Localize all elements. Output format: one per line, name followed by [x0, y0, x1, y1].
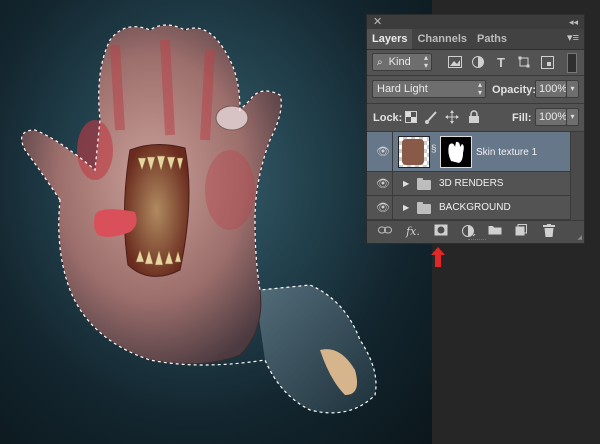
search-icon: ⌕	[377, 57, 383, 68]
fx-icon[interactable]: fx.	[405, 224, 421, 240]
new-layer-icon[interactable]	[513, 224, 529, 240]
fill-input[interactable]: 100%	[535, 108, 567, 126]
tab-paths[interactable]: Paths	[472, 29, 512, 49]
layer-name[interactable]: 3D RENDERS	[439, 178, 503, 189]
layer-row-skin-texture[interactable]: 👁︎ § Skin texture 1	[367, 132, 570, 172]
lock-all-icon[interactable]	[466, 109, 482, 125]
lock-transparent-pixels-icon[interactable]	[403, 109, 419, 125]
adjustment-filter-icon[interactable]	[470, 54, 486, 70]
highlight-arrow	[431, 247, 445, 267]
panel-bottom-bar: fx. ◢	[367, 220, 584, 243]
adjustment-icon[interactable]	[461, 224, 477, 240]
panel-resize-grip[interactable]	[468, 239, 486, 243]
smart-object-filter-icon[interactable]	[539, 54, 555, 70]
lock-label: Lock:	[373, 112, 403, 124]
filter-kind-select[interactable]: ⌕ Kind ▴ ▾	[372, 53, 432, 71]
new-group-icon[interactable]	[487, 224, 503, 240]
eye-icon[interactable]: 👁︎	[376, 145, 390, 158]
layer-thumbnail[interactable]	[398, 136, 430, 168]
resize-corner-icon[interactable]: ◢	[577, 234, 582, 241]
filter-kind-label: Kind	[388, 56, 411, 68]
opacity-value: 100%	[539, 83, 568, 95]
opacity-input[interactable]: 100%	[535, 80, 567, 98]
layer-row-3d-renders[interactable]: 👁︎ ▶ 3D RENDERS	[367, 172, 570, 196]
blend-row: Hard Light ▴ ▾ Opacity: 100% ▾	[367, 76, 584, 102]
layer-row-background[interactable]: 👁︎ ▶ BACKGROUND	[367, 196, 570, 220]
fill-label: Fill:	[512, 112, 532, 124]
tab-layers[interactable]: Layers	[367, 29, 413, 49]
layer-name[interactable]: BACKGROUND	[439, 202, 511, 213]
shape-filter-icon[interactable]	[516, 54, 532, 70]
panel-tabs: Layers Channels Paths ▾≡	[367, 29, 584, 50]
eye-icon[interactable]: 👁︎	[376, 177, 390, 190]
layers-panel[interactable]: ✕ ◂◂ Layers Channels Paths ▾≡ ⌕ Kind ▴ ▾ …	[366, 14, 585, 244]
panel-title-bar[interactable]: ✕ ◂◂	[367, 15, 584, 29]
folder-icon	[417, 178, 431, 190]
close-icon[interactable]: ✕	[373, 16, 382, 28]
tab-channels[interactable]: Channels	[412, 29, 472, 49]
filter-row: ⌕ Kind ▴ ▾ T	[367, 50, 584, 74]
expand-arrow-icon[interactable]: ▶	[403, 179, 409, 188]
layer-name[interactable]: Skin texture 1	[476, 147, 537, 158]
eye-icon[interactable]: 👁︎	[376, 201, 390, 214]
expand-arrow-icon[interactable]: ▶	[403, 203, 409, 212]
trash-icon[interactable]	[541, 224, 557, 240]
fill-value: 100%	[539, 111, 568, 123]
collapse-icon[interactable]: ◂◂	[569, 16, 578, 28]
blend-mode-select[interactable]: Hard Light ▴ ▾	[372, 80, 486, 98]
type-filter-icon[interactable]: T	[493, 54, 509, 70]
lock-image-pixels-icon[interactable]	[423, 109, 439, 125]
opacity-dropdown-button[interactable]: ▾	[566, 80, 579, 98]
folder-icon	[417, 202, 431, 214]
chevron-updown-icon: ▴ ▾	[423, 53, 428, 70]
layer-mask-thumbnail[interactable]	[440, 136, 472, 168]
layer-list: 👁︎ § Skin texture 1 👁︎ ▶ 3D RENDERS 👁︎ ▶…	[367, 132, 584, 222]
opacity-label: Opacity:	[492, 84, 537, 96]
add-mask-icon[interactable]	[433, 224, 449, 240]
lock-row: Lock: Fill: 100% ▾	[367, 104, 584, 130]
layer-list-scrollbar[interactable]	[570, 132, 584, 222]
link-icon[interactable]	[377, 224, 393, 240]
panel-menu-icon[interactable]: ▾≡	[567, 31, 579, 44]
lock-position-icon[interactable]	[444, 109, 460, 125]
filter-toggle-switch[interactable]	[567, 53, 577, 73]
mask-link-icon[interactable]: §	[431, 144, 437, 155]
blend-mode-value: Hard Light	[377, 83, 428, 95]
chevron-updown-icon: ▴ ▾	[477, 80, 482, 97]
fill-dropdown-button[interactable]: ▾	[566, 108, 579, 126]
pixel-filter-icon[interactable]	[447, 54, 463, 70]
sleeve-shape	[255, 285, 376, 413]
